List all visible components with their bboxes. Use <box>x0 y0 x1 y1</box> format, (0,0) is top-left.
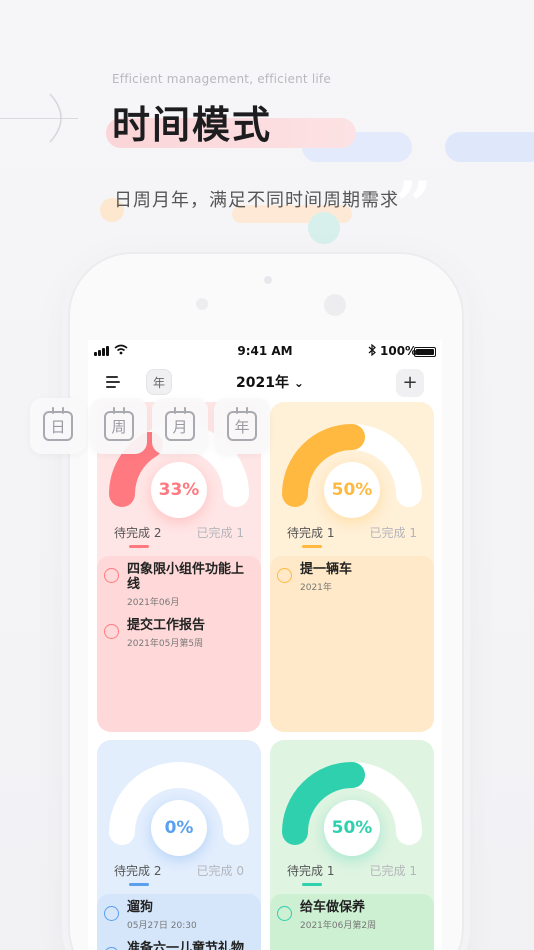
checkbox[interactable] <box>104 906 119 921</box>
task-name: 给车做保养 <box>300 900 366 915</box>
list-item[interactable]: 给车做保养 2021年06月第2周 <box>270 894 434 935</box>
task-date: 2021年06月第2周 <box>300 921 377 931</box>
mode-week-button[interactable]: 周 <box>91 398 147 454</box>
phone-sensor <box>324 294 346 316</box>
task-date: 05月27日 20:30 <box>127 921 197 931</box>
mode-month-button[interactable]: 月 <box>152 398 208 454</box>
app-bar: 年 2021年 ⌄ + <box>88 366 442 398</box>
tab-pending[interactable]: 待完成 1 <box>287 524 334 541</box>
checkbox[interactable] <box>277 568 292 583</box>
list-item[interactable]: 四象限小组件功能上线 2021年06月 <box>97 556 261 612</box>
phone-sensor <box>196 298 208 310</box>
page-subtitle: 日周月年，满足不同时间周期需求 <box>114 190 399 211</box>
quadrant-card[interactable]: 0% 待完成 2 已完成 0 遛狗 05月27日 20:30 准备六一儿童节礼物 <box>97 740 261 950</box>
tagline: Efficient management, efficient life <box>112 72 331 86</box>
progress-percent: 50% <box>324 800 380 856</box>
year-label: 2021年 <box>236 375 289 391</box>
calendar-week-icon: 周 <box>104 407 134 441</box>
status-bar: 9:41 AM 100% <box>88 340 442 364</box>
battery-icon <box>414 347 436 357</box>
checkbox[interactable] <box>104 624 119 639</box>
calendar-year-icon: 年 <box>227 407 257 441</box>
task-name: 提交工作报告 <box>127 618 206 633</box>
mode-year-button[interactable]: 年 <box>214 398 270 454</box>
title-block: 时间模式 <box>106 94 356 149</box>
list-item[interactable]: 提交工作报告 2021年05月第5周 <box>97 612 261 653</box>
tab-pending[interactable]: 待完成 2 <box>114 524 161 541</box>
list-item[interactable]: 遛狗 05月27日 20:30 <box>97 894 261 935</box>
tab-underline <box>129 545 149 548</box>
tab-underline <box>302 883 322 886</box>
progress-percent: 33% <box>151 462 207 518</box>
add-button[interactable]: + <box>396 369 424 397</box>
task-name: 准备六一儿童节礼物 <box>127 941 245 950</box>
tab-underline <box>129 883 149 886</box>
task-list: 遛狗 05月27日 20:30 准备六一儿童节礼物 <box>97 894 261 950</box>
task-name: 遛狗 <box>127 900 154 915</box>
time-mode-bar: 日 周 月 年 <box>30 398 270 456</box>
task-list: 提一辆车 2021年 <box>270 556 434 732</box>
bluetooth-icon <box>368 343 376 359</box>
year-selector[interactable]: 2021年 ⌄ <box>236 372 304 392</box>
checkbox[interactable] <box>104 568 119 583</box>
task-date: 2021年05月第5周 <box>127 639 204 649</box>
tab-done[interactable]: 已完成 1 <box>370 524 417 541</box>
tab-pending[interactable]: 待完成 1 <box>287 862 334 879</box>
tab-done[interactable]: 已完成 0 <box>197 862 244 879</box>
decor-pill <box>445 132 534 162</box>
calendar-month-icon: 月 <box>165 407 195 441</box>
quadrant-card[interactable]: 50% 待完成 1 已完成 1 提一辆车 2021年 <box>270 402 434 732</box>
battery-percent: 100% <box>380 344 418 358</box>
task-name: 提一辆车 <box>300 562 353 577</box>
tab-done[interactable]: 已完成 1 <box>197 524 244 541</box>
tab-pending[interactable]: 待完成 2 <box>114 862 161 879</box>
task-date: 2021年 <box>300 583 332 593</box>
page-title: 时间模式 <box>112 103 273 147</box>
decor-dot <box>308 212 340 244</box>
quote-mark: ” <box>395 168 432 243</box>
mode-day-button[interactable]: 日 <box>30 398 86 454</box>
task-list: 四象限小组件功能上线 2021年06月 提交工作报告 2021年05月第5周 <box>97 556 261 732</box>
chevron-down-icon: ⌄ <box>293 376 304 390</box>
menu-icon[interactable] <box>106 376 122 391</box>
task-name: 四象限小组件功能上线 <box>127 562 245 592</box>
decor-chevron-icon <box>49 93 62 143</box>
list-item[interactable]: 准备六一儿童节礼物 <box>97 935 261 950</box>
list-item[interactable]: 提一辆车 2021年 <box>270 556 434 597</box>
camera-dot <box>264 276 272 284</box>
progress-percent: 50% <box>324 462 380 518</box>
task-date: 2021年06月 <box>127 598 180 608</box>
calendar-day-icon: 日 <box>43 407 73 441</box>
quadrant-card[interactable]: 50% 待完成 1 已完成 1 给车做保养 2021年06月第2周 <box>270 740 434 950</box>
checkbox[interactable] <box>277 906 292 921</box>
calendar-mode-button[interactable]: 年 <box>146 369 172 395</box>
progress-percent: 0% <box>151 800 207 856</box>
task-list: 给车做保养 2021年06月第2周 <box>270 894 434 950</box>
tab-underline <box>302 545 322 548</box>
tab-done[interactable]: 已完成 1 <box>370 862 417 879</box>
